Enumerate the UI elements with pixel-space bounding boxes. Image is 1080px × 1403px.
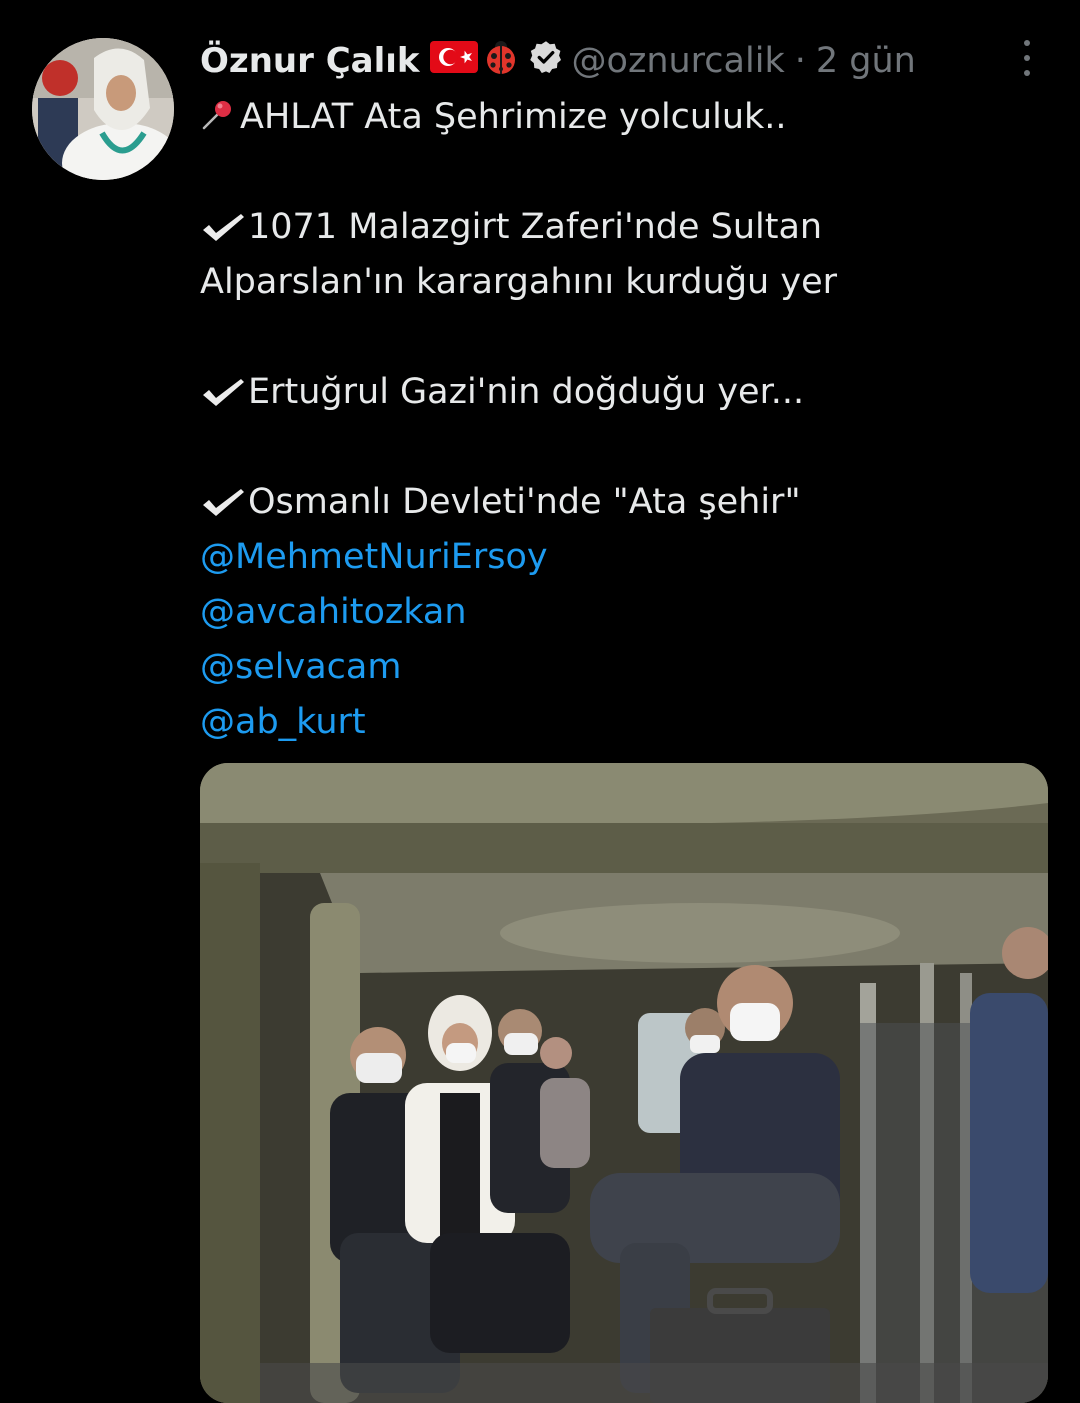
helicopter-cabin-photo: [200, 763, 1048, 1403]
text-line-2: 1071 Malazgirt Zaferi'nde Sultan: [248, 207, 823, 247]
avatar[interactable]: [32, 38, 174, 180]
heavy-check-mark-icon: [200, 206, 246, 261]
tweet-text: AHLAT Ata Şehrimize yolculuk.. 1071 Mala…: [200, 90, 1040, 750]
author-handle[interactable]: @oznurcalik: [572, 41, 785, 81]
timestamp[interactable]: 2 gün: [816, 41, 916, 81]
round-pushpin-icon: [200, 94, 234, 149]
more-dot: [1024, 70, 1030, 76]
mention-link[interactable]: @avcahitozkan: [200, 592, 467, 632]
mention-line: @avcahitozkan: [200, 585, 1040, 640]
turkey-flag-icon: [429, 40, 478, 82]
mention-line: @selvacam: [200, 640, 1040, 695]
text-line: Alparslan'ın karargahını kurduğu yer: [200, 255, 1040, 310]
text-line: Ertuğrul Gazi'nin doğduğu yer...: [200, 365, 1040, 420]
mention-link[interactable]: @ab_kurt: [200, 702, 366, 742]
more-dot: [1024, 55, 1030, 61]
avatar-image: [32, 38, 174, 180]
verified-badge-icon: [528, 39, 564, 84]
text-line-1: AHLAT Ata Şehrimize yolculuk..: [240, 97, 787, 137]
text-line: AHLAT Ata Şehrimize yolculuk..: [200, 90, 1040, 145]
mention-line: @ab_kurt: [200, 695, 1040, 750]
mention-link[interactable]: @MehmetNuriErsoy: [200, 537, 548, 577]
separator: ·: [794, 41, 806, 81]
ladybug-icon: [482, 38, 520, 85]
text-line-5: Osmanlı Devleti'nde "Ata şehir": [248, 482, 801, 522]
heavy-check-mark-icon: [200, 371, 246, 426]
text-line: 1071 Malazgirt Zaferi'nde Sultan: [200, 200, 1040, 255]
tweet-photo[interactable]: [200, 763, 1048, 1403]
author-name[interactable]: Öznur Çalık: [200, 41, 420, 81]
more-vertical-icon[interactable]: [1010, 38, 1044, 78]
mention-link[interactable]: @selvacam: [200, 647, 401, 687]
text-line-3: Alparslan'ın karargahını kurduğu yer: [200, 262, 837, 302]
more-dot: [1024, 40, 1030, 46]
mention-line: @MehmetNuriErsoy: [200, 530, 1040, 585]
text-line-4: Ertuğrul Gazi'nin doğduğu yer...: [248, 372, 805, 412]
heavy-check-mark-icon: [200, 481, 246, 536]
text-line: Osmanlı Devleti'nde "Ata şehir": [200, 475, 1040, 530]
tweet-header: Öznur Çalık @oznurcalik · 2 gün: [200, 36, 916, 86]
tweet[interactable]: Öznur Çalık @oznurcalik · 2 gün AHLAT At…: [0, 0, 1080, 1403]
